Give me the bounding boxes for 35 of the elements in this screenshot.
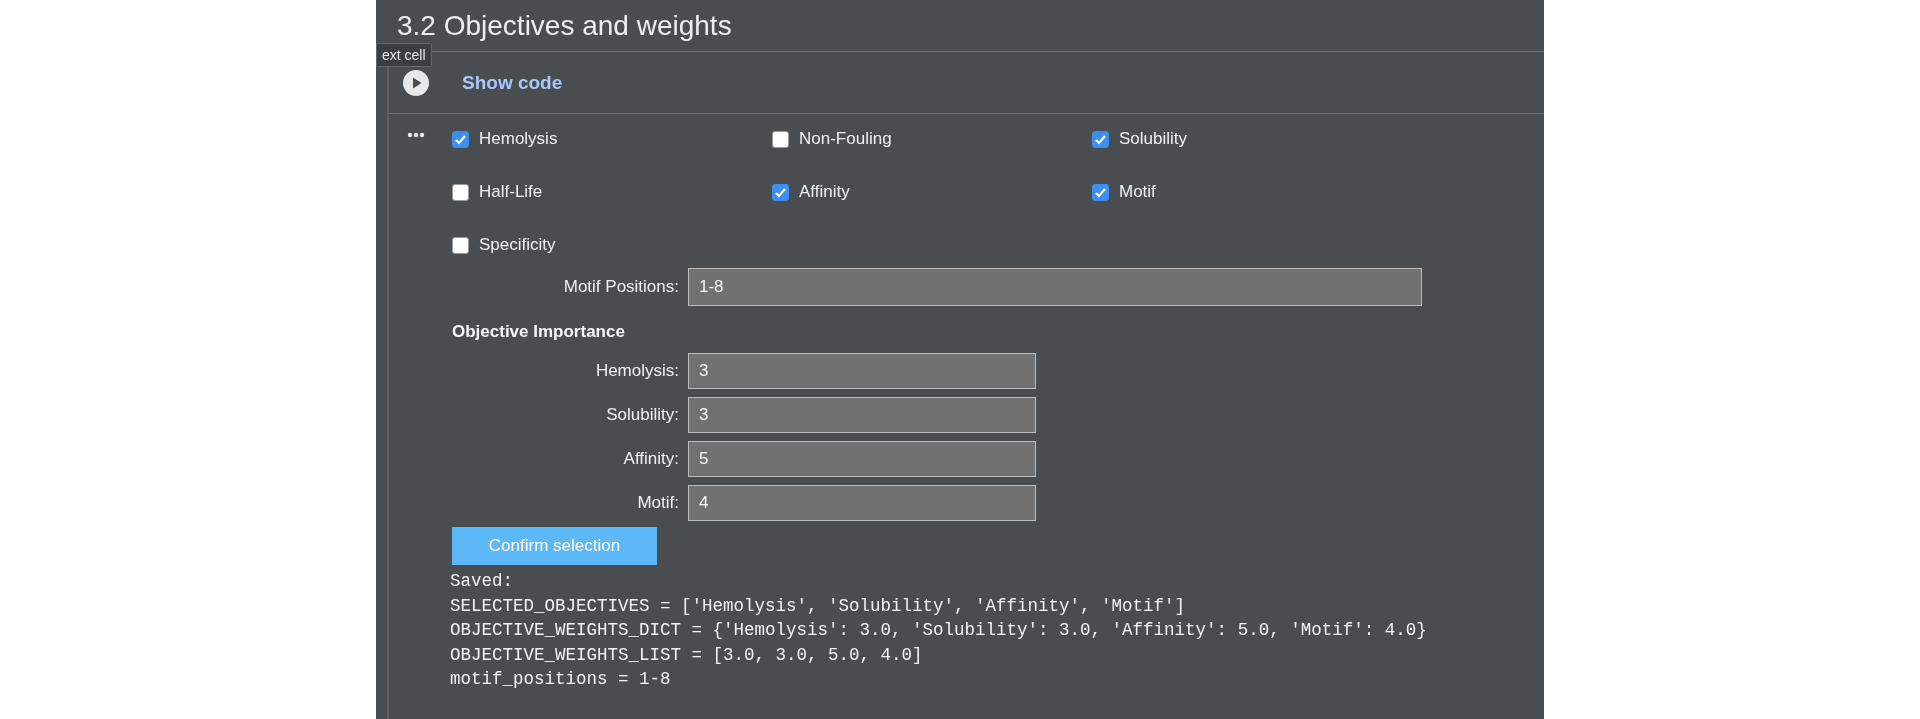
play-icon[interactable] bbox=[403, 69, 429, 96]
checkbox[interactable] bbox=[772, 183, 789, 201]
output-line: SELECTED_OBJECTIVES = ['Hemolysis', 'Solubility', 'Affinity', 'Motif'] bbox=[450, 594, 1187, 618]
checkbox-label: Half-Life bbox=[479, 182, 543, 202]
section-heading: Objective Importance bbox=[452, 322, 626, 342]
input-field[interactable]: 1-8 bbox=[688, 268, 1422, 306]
more-icon[interactable] bbox=[407, 132, 425, 138]
checkbox[interactable] bbox=[772, 130, 789, 148]
input-field[interactable]: 3 bbox=[688, 353, 1036, 389]
checkbox[interactable] bbox=[452, 130, 469, 148]
show-code-link[interactable]: Show code bbox=[462, 71, 563, 94]
checkbox-label: Specificity bbox=[479, 235, 556, 255]
checkbox-label: Non-Fouling bbox=[799, 129, 892, 149]
output-line: OBJECTIVE_WEIGHTS_DICT = {'Hemolysis': 3.0, 'Solubility': 3.0, 'Affinity': 5.0, 'Motif': 4.0} bbox=[450, 619, 1427, 642]
field-label: Affinity: bbox=[622, 449, 680, 469]
checkbox[interactable] bbox=[452, 236, 469, 254]
output-line: Saved: bbox=[450, 570, 514, 593]
field-label: Solubility: bbox=[605, 405, 680, 425]
checkbox-label: Solubility bbox=[1119, 129, 1188, 149]
output-line: OBJECTIVE_WEIGHTS_LIST = [3.0, 3.0, 5.0, 4.0] bbox=[450, 643, 924, 667]
checkbox[interactable] bbox=[1092, 183, 1109, 201]
field-label: Motif Positions: bbox=[562, 277, 680, 297]
output-line: motif_positions = 1-8 bbox=[450, 668, 672, 691]
input-field[interactable]: 4 bbox=[688, 485, 1036, 521]
field-label: Motif: bbox=[636, 493, 680, 513]
input-field[interactable]: 5 bbox=[688, 441, 1036, 477]
checkbox[interactable] bbox=[1092, 130, 1109, 148]
checkbox-label: Hemolysis bbox=[479, 129, 558, 149]
checkbox[interactable] bbox=[452, 183, 469, 201]
checkbox-label: Affinity bbox=[799, 182, 850, 202]
checkbox-label: Motif bbox=[1119, 182, 1156, 202]
input-field[interactable]: 3 bbox=[688, 397, 1036, 433]
field-label: Hemolysis: bbox=[594, 361, 680, 381]
tooltip: ext cell bbox=[376, 43, 432, 67]
section-title: 3.2 Objectives and weights bbox=[396, 9, 733, 43]
